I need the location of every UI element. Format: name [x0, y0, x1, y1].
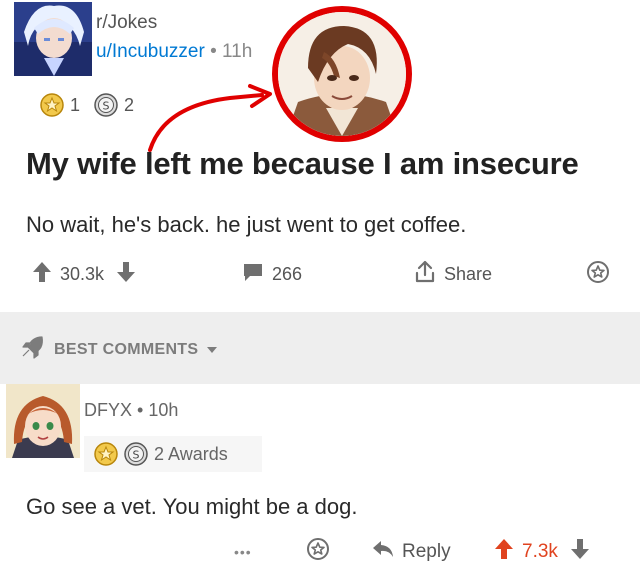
post-actions: 30.3k 266 Share: [0, 258, 640, 290]
upvote-icon[interactable]: [494, 538, 514, 566]
gold-award-icon: [40, 93, 64, 117]
silver-award-icon: S: [94, 93, 118, 117]
comment-author[interactable]: DFYX: [84, 400, 132, 420]
comment-vote-count: 7.3k: [522, 541, 558, 562]
comment-bubble-icon: [242, 262, 264, 287]
post-author[interactable]: u/Incubuzzer: [96, 41, 205, 62]
comment-awards-label: 2 Awards: [154, 443, 228, 464]
svg-text:S: S: [133, 449, 140, 462]
comment-vote-group: 7.3k: [494, 536, 590, 568]
downvote-icon[interactable]: [116, 261, 136, 288]
sort-comments-button[interactable]: BEST COMMENTS: [20, 335, 218, 364]
post-title[interactable]: My wife left me because I am insecure: [26, 146, 579, 182]
award-outline-icon: [586, 260, 610, 289]
comment-award-button[interactable]: [306, 536, 330, 568]
post-awards[interactable]: 1 S 2: [40, 93, 134, 117]
silver-award-icon: S: [124, 442, 148, 466]
award-outline-icon: [306, 537, 330, 567]
byline-separator: •: [210, 41, 217, 62]
share-button[interactable]: Share: [414, 258, 492, 290]
comment-byline: DFYX • 10h: [84, 400, 178, 421]
comment-time: 10h: [148, 400, 179, 420]
chevron-down-icon: [206, 341, 218, 359]
svg-text:S: S: [103, 100, 110, 113]
comments-button[interactable]: 266: [242, 258, 302, 290]
give-award-button[interactable]: [586, 258, 610, 290]
post-byline: u/Incubuzzer • 11h: [96, 41, 252, 63]
post-vote-group: 30.3k: [32, 258, 136, 290]
reply-label: Reply: [402, 541, 451, 562]
sort-label: BEST COMMENTS: [54, 340, 199, 358]
post-time: 11h: [222, 41, 253, 62]
post-comment-count: 266: [272, 263, 303, 284]
red-arrow-icon: [148, 84, 272, 152]
subreddit-name[interactable]: r/Jokes: [96, 12, 157, 34]
highlight-avatar: [272, 6, 412, 142]
comment-text: Go see a vet. You might be a dog.: [26, 494, 358, 519]
share-label: Share: [444, 263, 493, 284]
comment-byline-separator: •: [137, 400, 144, 420]
more-options-button[interactable]: •••: [234, 536, 252, 568]
silver-award-count: 2: [124, 94, 135, 115]
post-card: r/Jokes u/Incubuzzer • 11h 1 S 2 My wife…: [0, 0, 640, 312]
rocket-icon: [20, 335, 46, 364]
comment-card: DFYX • 10h S 2 Awards Go see a vet. You …: [0, 384, 640, 586]
post-body: No wait, he's back. he just went to get …: [26, 212, 467, 237]
gold-award-icon: [94, 442, 118, 466]
comment-awards[interactable]: S 2 Awards: [84, 436, 262, 472]
commenter-avatar[interactable]: [6, 384, 80, 458]
comment-actions: ••• Reply 7.3k: [0, 536, 640, 566]
gold-award-count: 1: [70, 94, 81, 115]
upvote-icon[interactable]: [32, 261, 52, 288]
downvote-icon[interactable]: [570, 538, 590, 566]
reply-icon: [372, 540, 394, 564]
op-avatar[interactable]: [14, 2, 92, 76]
post-upvote-count: 30.3k: [60, 263, 105, 284]
share-icon: [414, 260, 436, 289]
reply-button[interactable]: Reply: [372, 536, 451, 568]
